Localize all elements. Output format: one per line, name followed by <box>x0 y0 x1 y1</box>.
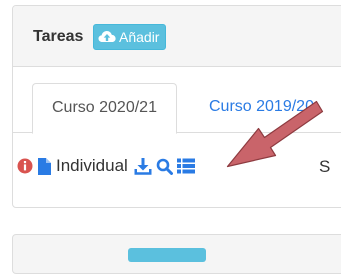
second-panel <box>12 234 341 274</box>
annotation-arrow <box>226 100 324 168</box>
second-panel-button[interactable] <box>128 248 206 262</box>
